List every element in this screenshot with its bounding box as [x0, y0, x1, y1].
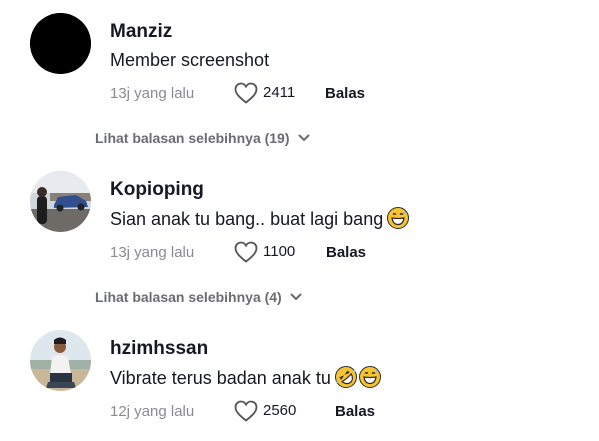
heart-icon — [234, 82, 258, 104]
grinning-sweat-emoji-icon — [358, 366, 381, 393]
comment-text: Sian anak tu bang.. buat lagi bang — [110, 207, 410, 234]
like-count: 1100 — [263, 243, 296, 260]
comment-timestamp: 13j yang lalu — [110, 85, 195, 102]
person-photo-avatar-icon — [30, 330, 91, 391]
like-count: 2560 — [263, 402, 297, 419]
rolling-laughing-emoji-icon — [334, 366, 357, 393]
reply-button[interactable]: Balas — [325, 85, 365, 103]
comment-text: Vibrate terus badan anak tu — [110, 366, 381, 393]
car-photo-avatar-icon — [30, 171, 91, 232]
heart-icon — [234, 241, 258, 263]
avatar[interactable] — [30, 330, 91, 391]
like-count: 2411 — [263, 84, 296, 101]
view-more-replies-label: Lihat balasan selebihnya (4) — [95, 289, 282, 305]
like-button[interactable]: 1100 — [234, 241, 295, 263]
view-more-replies-button[interactable]: Lihat balasan selebihnya (19) — [95, 129, 310, 147]
comment-username[interactable]: hzimhssan — [110, 338, 208, 360]
comment-username[interactable]: Kopioping — [110, 179, 204, 201]
comment-text: Member screenshot — [110, 49, 269, 71]
reply-button[interactable]: Balas — [335, 403, 375, 421]
comment-text-content: Sian anak tu bang.. buat lagi bang — [110, 209, 384, 229]
reply-button[interactable]: Balas — [326, 244, 366, 262]
like-button[interactable]: 2560 — [234, 400, 296, 422]
chevron-down-icon — [298, 134, 310, 141]
comment-timestamp: 13j yang lalu — [110, 244, 195, 261]
comment-timestamp: 12j yang lalu — [110, 403, 195, 420]
grinning-sweat-emoji-icon — [387, 207, 410, 234]
heart-icon — [234, 400, 258, 422]
comment-text-content: Vibrate terus badan anak tu — [110, 368, 331, 388]
avatar[interactable] — [30, 13, 91, 74]
chevron-down-icon — [290, 293, 302, 300]
view-more-replies-label: Lihat balasan selebihnya (19) — [95, 130, 290, 146]
avatar[interactable] — [30, 171, 91, 232]
comment-username[interactable]: Manziz — [110, 21, 172, 43]
like-button[interactable]: 2411 — [234, 82, 295, 104]
view-more-replies-button[interactable]: Lihat balasan selebihnya (4) — [95, 288, 302, 306]
comment-text-content: Member screenshot — [110, 50, 270, 70]
black-circle-avatar-icon — [30, 13, 91, 74]
